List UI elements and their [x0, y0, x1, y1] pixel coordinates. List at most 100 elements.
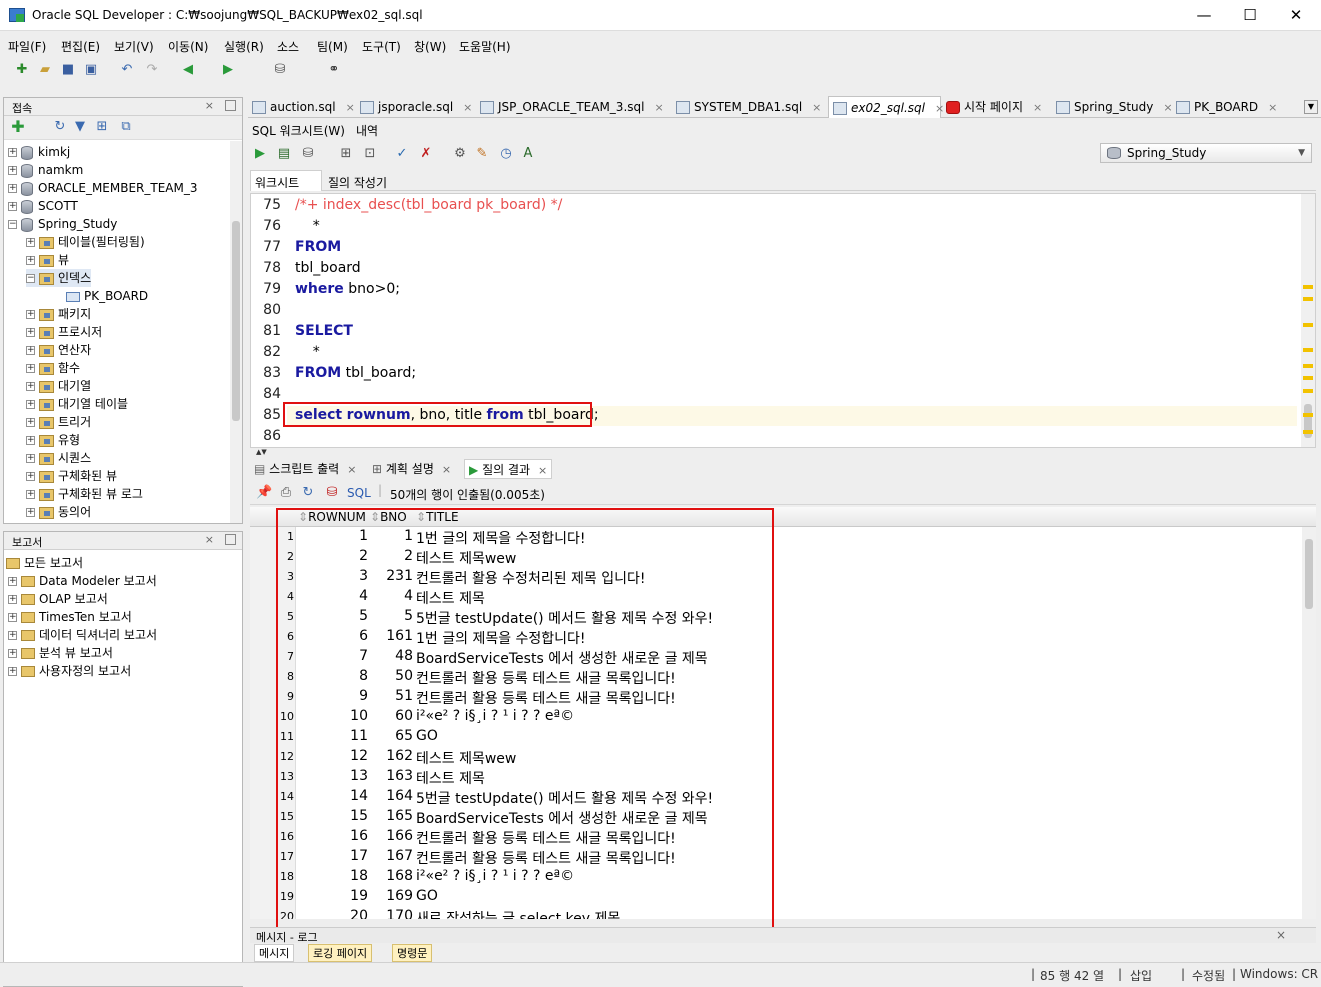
error-marker[interactable]	[1303, 364, 1313, 368]
tab-worksheet[interactable]: 워크시트	[250, 170, 322, 191]
report-item-all[interactable]: 모든 보고서	[6, 554, 83, 572]
tree-item-pk-board[interactable]: PK_BOARD	[66, 287, 148, 305]
sql-link[interactable]: SQL	[347, 486, 371, 500]
tab-system-dba[interactable]: SYSTEM_DBA1.sql ×	[676, 96, 821, 118]
tree-item-namkm[interactable]: + namkm	[8, 161, 83, 179]
tree-item-mview-logs[interactable]: + 구체화된 뷰 로그	[26, 485, 143, 503]
report-item-olap[interactable]: + OLAP 보고서	[8, 590, 108, 608]
tree-item-spring-study[interactable]: − Spring_Study	[8, 215, 117, 233]
open-icon[interactable]: ▰	[37, 62, 53, 78]
error-marker[interactable]	[1303, 430, 1313, 434]
close-icon[interactable]: ×	[346, 101, 355, 114]
close-icon[interactable]: ×	[1163, 101, 1172, 114]
scroll-thumb[interactable]	[1305, 539, 1313, 609]
report-item-user-defined[interactable]: + 사용자정의 보고서	[8, 662, 131, 680]
close-icon[interactable]: ×	[654, 101, 663, 114]
close-icon[interactable]: ×	[205, 99, 214, 112]
close-icon[interactable]: ×	[205, 533, 214, 546]
pin-icon[interactable]: 📌	[256, 485, 272, 501]
minimize-icon[interactable]	[225, 100, 236, 111]
expand-icon[interactable]: +	[8, 184, 17, 193]
collapse-icon[interactable]: −	[8, 220, 17, 229]
tree-item-functions[interactable]: + 함수	[26, 359, 80, 377]
run-script-icon[interactable]: ▤	[276, 146, 292, 162]
report-item-dictionary[interactable]: + 데이터 딕셔너리 보고서	[8, 626, 157, 644]
minimize-button[interactable]: —	[1181, 0, 1227, 31]
menu-file[interactable]: 파일(F)	[8, 38, 46, 55]
tree-item-types[interactable]: + 유형	[26, 431, 80, 449]
redo-icon[interactable]: ↷	[144, 62, 160, 78]
close-icon[interactable]: ×	[1268, 101, 1277, 114]
tree-item-views[interactable]: + 뷰	[26, 251, 69, 269]
tree-item-triggers[interactable]: + 트리거	[26, 413, 91, 431]
clear-icon[interactable]: ✎	[474, 146, 490, 162]
connection-select[interactable]: Spring_Study ▼	[1100, 143, 1312, 163]
menu-edit[interactable]: 편집(E)	[61, 38, 100, 55]
tab-history[interactable]: 내역	[356, 122, 378, 139]
close-button[interactable]: ✕	[1273, 0, 1319, 31]
tab-pk-board[interactable]: PK_BOARD ×	[1176, 96, 1277, 118]
tree-item-packages[interactable]: + 패키지	[26, 305, 91, 323]
scroll-thumb[interactable]	[232, 221, 240, 421]
tab-jsporacle-sql[interactable]: jsporacle.sql ×	[360, 96, 472, 118]
explain-icon[interactable]: ⊞	[338, 146, 354, 162]
minimize-icon[interactable]	[225, 534, 236, 545]
add-connection-icon[interactable]: ✚	[10, 119, 26, 135]
refresh-icon[interactable]: ↻	[52, 119, 68, 135]
error-marker[interactable]	[1303, 285, 1313, 289]
tree-item-tables[interactable]: + 테이블(필터링됨)	[26, 233, 145, 251]
save-all-icon[interactable]: ▣	[83, 62, 99, 78]
tree-item-queue-tables[interactable]: + 대기열 테이블	[26, 395, 128, 413]
schema-browser-icon[interactable]: ⊞	[94, 119, 110, 135]
tree-item-sequences[interactable]: + 시퀀스	[26, 449, 91, 467]
commit-icon[interactable]: ⛁	[300, 146, 316, 162]
pane-splitter[interactable]: ▲▼	[250, 448, 1316, 456]
menu-team[interactable]: 팀(M)	[317, 38, 348, 55]
close-icon[interactable]: ×	[812, 101, 821, 114]
error-marker[interactable]	[1303, 413, 1313, 417]
menu-run[interactable]: 실행(R)	[224, 38, 264, 55]
tree-item-synonyms[interactable]: + 동의어	[26, 503, 91, 521]
tab-script-output[interactable]: ▤ 스크립트 출력 ×	[254, 459, 356, 479]
tree-item-indexes[interactable]: − 인덱스	[26, 269, 92, 287]
error-marker[interactable]	[1303, 297, 1313, 301]
menu-help[interactable]: 도움말(H)	[459, 38, 511, 55]
tab-auction-sql[interactable]: auction.sql ×	[252, 96, 355, 118]
expand-icon[interactable]: +	[8, 148, 17, 157]
rollback-icon[interactable]: ✗	[418, 146, 434, 162]
commit-tx-icon[interactable]: ✓	[394, 146, 410, 162]
tab-jsp-oracle-team[interactable]: JSP_ORACLE_TEAM_3.sql ×	[480, 96, 664, 118]
filter-icon[interactable]: ▼	[72, 119, 88, 135]
tab-query-builder[interactable]: 질의 작성기	[328, 174, 387, 191]
binoculars-icon[interactable]: ⚭	[326, 62, 342, 78]
save-icon[interactable]: ■	[60, 62, 76, 78]
refresh-icon[interactable]: ↻	[300, 485, 316, 501]
maximize-button[interactable]: ☐	[1227, 0, 1273, 31]
menu-source[interactable]: 소스	[277, 38, 299, 55]
grid-scrollbar[interactable]	[1302, 527, 1316, 919]
back-icon[interactable]: ◀	[180, 62, 196, 78]
run-statement-icon[interactable]: ▶	[252, 146, 268, 162]
menu-view[interactable]: 보기(V)	[114, 38, 154, 55]
tree-item-mviews[interactable]: + 구체화된 뷰	[26, 467, 117, 485]
close-icon[interactable]: ×	[1276, 928, 1286, 942]
editor-scrollbar[interactable]	[1301, 194, 1315, 447]
tree-item-queues[interactable]: + 대기열	[26, 377, 91, 395]
tab-start-page[interactable]: 시작 페이지 ×	[946, 96, 1042, 118]
tree-item-procedures[interactable]: + 프로시저	[26, 323, 102, 341]
scrollbar[interactable]	[230, 141, 242, 523]
report-item-datamodeler[interactable]: + Data Modeler 보고서	[8, 572, 157, 590]
tree-item-scott[interactable]: + SCOTT	[8, 197, 78, 215]
menu-window[interactable]: 창(W)	[414, 38, 446, 55]
menu-tools[interactable]: 도구(T)	[362, 38, 401, 55]
tree-item-oracle-member[interactable]: + ORACLE_MEMBER_TEAM_3	[8, 179, 198, 197]
tree-item-kimkj[interactable]: + kimkj	[8, 143, 70, 161]
tab-statements[interactable]: 명령문	[392, 944, 433, 962]
close-icon[interactable]: ×	[935, 102, 944, 115]
undo-icon[interactable]: ↶	[119, 62, 135, 78]
close-icon[interactable]: ×	[347, 463, 356, 476]
tab-explain-plan[interactable]: ⊞ 계획 설명 ×	[372, 459, 451, 479]
menu-navigate[interactable]: 이동(N)	[168, 38, 208, 55]
tab-ex02-sql[interactable]: ex02_sql.sql ×	[828, 96, 944, 118]
close-icon[interactable]: ×	[1033, 101, 1042, 114]
